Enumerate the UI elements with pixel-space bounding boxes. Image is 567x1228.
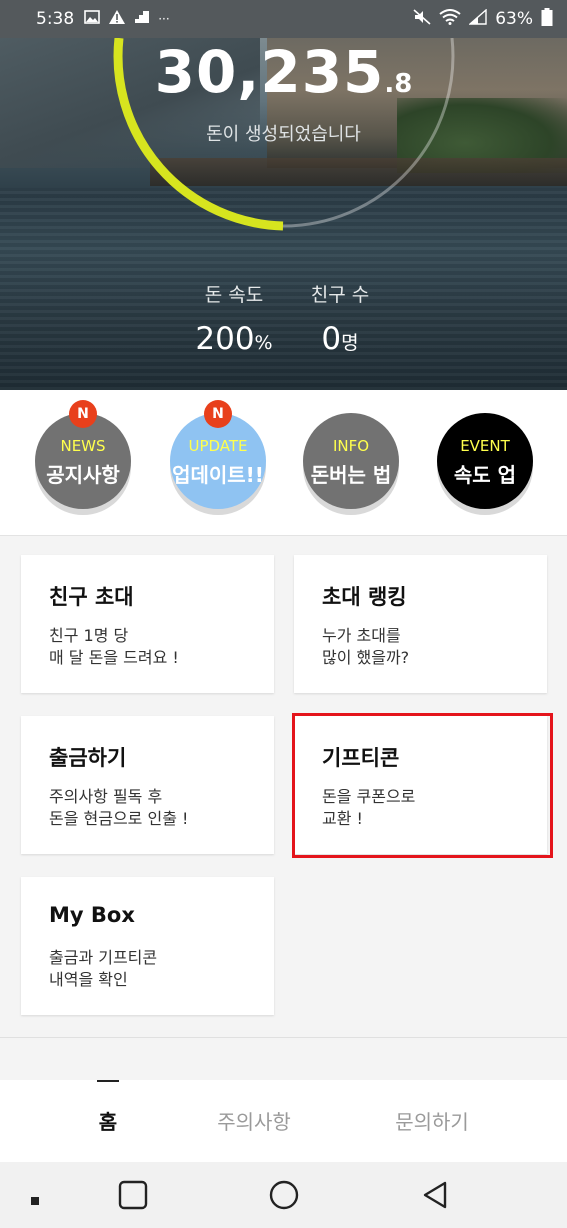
money-amount-decimal: .8	[384, 69, 413, 99]
invite-friend-card[interactable]: 친구 초대 친구 1명 당 매 달 돈을 드려요 !	[21, 555, 274, 693]
battery-percent: 63%	[495, 9, 533, 29]
card-title: My Box	[49, 903, 135, 927]
wifi-icon	[439, 8, 461, 30]
card-title: 초대 랭킹	[322, 585, 407, 609]
news-eng-label: NEWS	[60, 437, 106, 455]
battery-icon	[541, 7, 553, 31]
friend-count-stat: 친구 수 0명	[280, 280, 400, 357]
my-box-card[interactable]: My Box 출금과 기프티콘 내역을 확인	[21, 877, 274, 1015]
home-icon[interactable]	[269, 1180, 299, 1214]
bottom-tab-bar: 홈 주의사항 문의하기	[0, 1080, 567, 1162]
update-button[interactable]: N UPDATE 업데이트!!	[170, 400, 266, 509]
card-title: 출금하기	[49, 746, 127, 770]
update-kor-label: 업데이트!!	[172, 463, 264, 487]
quick-menu-row: N NEWS 공지사항 N UPDATE 업데이트!! INFO 돈버는 법 E…	[0, 390, 567, 536]
status-bar: 5:38 ··· 63%	[0, 0, 567, 38]
news-kor-label: 공지사항	[46, 463, 120, 487]
card-title: 친구 초대	[49, 585, 134, 609]
highlight-box	[292, 713, 553, 858]
card-description: 주의사항 필독 후 돈을 현금으로 인출 !	[49, 787, 189, 828]
money-caption: 돈이 생성되었습니다	[206, 124, 361, 145]
more-notifications: ···	[158, 12, 170, 26]
hero-banner: 30,235.8 돈이 생성되었습니다 돈 속도 200% 친구 수 0명	[0, 38, 567, 390]
recent-apps-icon[interactable]	[118, 1180, 148, 1214]
warning-icon	[108, 9, 126, 30]
event-button[interactable]: EVENT 속도 업	[437, 413, 533, 509]
money-speed-label: 돈 속도	[204, 284, 264, 306]
system-nav-bar	[0, 1162, 567, 1228]
new-badge: N	[69, 400, 97, 428]
friend-count-value: 0명	[321, 321, 359, 357]
card-description: 출금과 기프티콘 내역을 확인	[49, 948, 158, 989]
info-eng-label: INFO	[332, 437, 370, 455]
info-kor-label: 돈버는 법	[310, 463, 392, 487]
tab-home[interactable]: 홈	[68, 1106, 148, 1135]
info-button[interactable]: INFO 돈버는 법	[303, 413, 399, 509]
friend-count-label: 친구 수	[310, 284, 370, 306]
invite-ranking-card[interactable]: 초대 랭킹 누가 초대를 많이 했을까?	[294, 555, 547, 693]
money-speed-value: 200%	[195, 321, 273, 357]
card-description: 누가 초대를 많이 했을까?	[322, 626, 410, 667]
event-kor-label: 속도 업	[453, 463, 517, 487]
card-description: 친구 1명 당 매 달 돈을 드려요 !	[49, 626, 179, 667]
news-button[interactable]: N NEWS 공지사항	[35, 400, 131, 509]
mute-icon	[413, 8, 431, 30]
dot-icon[interactable]	[30, 1191, 40, 1210]
money-amount: 30,235.8	[0, 38, 567, 106]
tab-contact[interactable]: 문의하기	[372, 1106, 492, 1135]
new-badge: N	[204, 400, 232, 428]
event-eng-label: EVENT	[460, 437, 510, 455]
status-time: 5:38	[36, 9, 75, 29]
update-eng-label: UPDATE	[188, 437, 248, 455]
divider	[0, 1037, 567, 1038]
tab-notice[interactable]: 주의사항	[194, 1106, 314, 1135]
gallery-icon	[84, 9, 100, 29]
withdraw-card[interactable]: 출금하기 주의사항 필독 후 돈을 현금으로 인출 !	[21, 716, 274, 854]
signal-icon	[468, 7, 487, 30]
money-amount-main: 30,235	[154, 38, 385, 106]
money-speed-stat: 돈 속도 200%	[174, 280, 294, 357]
stairs-icon	[134, 9, 150, 29]
back-icon[interactable]	[421, 1180, 449, 1214]
active-tab-indicator	[97, 1080, 119, 1082]
